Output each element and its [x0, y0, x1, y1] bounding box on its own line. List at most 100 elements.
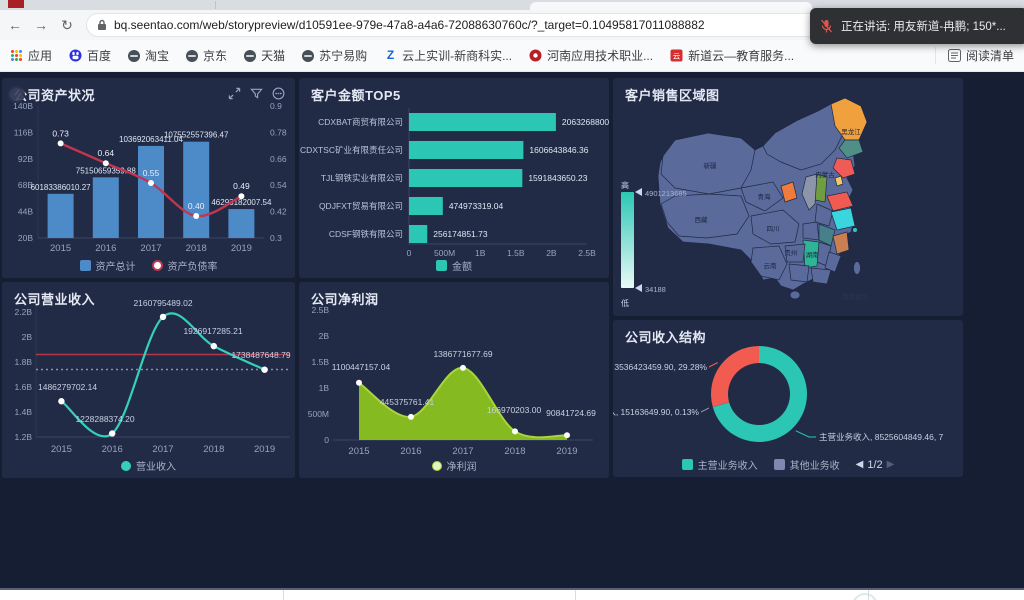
svg-text:0.3: 0.3	[270, 233, 282, 243]
reading-list-button[interactable]: 阅读清单	[935, 47, 1014, 64]
svg-text:西藏: 西藏	[695, 215, 709, 224]
svg-text:2B: 2B	[546, 248, 557, 258]
panel-title: 客户金额TOP5	[311, 85, 401, 104]
svg-text:2017: 2017	[140, 243, 161, 254]
bookmark-henan[interactable]: 河南应用技术职业...	[529, 47, 653, 64]
profit-chart[interactable]: 2.5B2B1.5B1B500M01100447157.04445375761.…	[299, 296, 609, 464]
svg-text:60183386010.27: 60183386010.27	[31, 183, 92, 192]
red-circle-icon	[529, 49, 542, 62]
legend-main-revenue[interactable]: 主营业务收入	[682, 457, 758, 472]
bookmark-tmall[interactable]: 天猫	[244, 47, 285, 64]
expand-icon[interactable]	[228, 87, 241, 100]
svg-text:0.9: 0.9	[270, 101, 282, 111]
globe-icon	[302, 50, 314, 62]
active-tab[interactable]	[530, 2, 812, 10]
legend-debt-ratio[interactable]: 资产负债率	[152, 258, 218, 273]
tab-separator	[215, 1, 216, 9]
footer-logo-ghost	[852, 593, 878, 600]
lock-icon	[97, 19, 107, 31]
svg-text:0.73: 0.73	[52, 128, 69, 138]
bookmark-apps[interactable]: 应用	[10, 47, 52, 64]
globe-icon	[186, 50, 198, 62]
legend-assets-total[interactable]: 资产总计	[80, 258, 136, 273]
reload-button[interactable]: ↻	[56, 17, 78, 34]
panel-structure: 公司收入结构 资收益, 3536423459.90, 29.28%业务收入, 1…	[613, 320, 963, 477]
assets-chart[interactable]: 140B116B92B68B44B20B0.90.780.660.540.420…	[2, 100, 295, 258]
revenue-chart[interactable]: 2.2B2B1.8B1.6B1.4B1.2B1486279702.1412282…	[2, 296, 295, 464]
svg-text:2015: 2015	[50, 243, 71, 254]
svg-text:500M: 500M	[308, 409, 329, 419]
svg-text:2018: 2018	[186, 243, 207, 254]
svg-text:1.5B: 1.5B	[507, 248, 525, 258]
svg-text:1.2B: 1.2B	[15, 432, 33, 442]
svg-text:2063268800: 2063268800	[562, 117, 609, 127]
svg-text:107552557396.47: 107552557396.47	[164, 131, 229, 140]
svg-text:1B: 1B	[475, 248, 486, 258]
svg-text:0.42: 0.42	[270, 207, 287, 217]
bookmark-label: 苏宁易购	[319, 47, 367, 64]
top5-chart[interactable]: CDXBAT商贸有限公司2063268800CDXTSC矿业有限责任公司1606…	[299, 100, 609, 258]
svg-text:1606643846.36: 1606643846.36	[529, 145, 588, 155]
svg-text:2019: 2019	[254, 444, 275, 455]
bookmark-xindaoyun[interactable]: 云 新道云—教育服务...	[670, 47, 794, 64]
bookmark-suning[interactable]: 苏宁易购	[302, 47, 367, 64]
gear-icon[interactable]	[8, 86, 25, 103]
svg-text:1591843650.23: 1591843650.23	[528, 173, 587, 183]
bookmark-jd[interactable]: 京东	[186, 47, 227, 64]
svg-text:2016: 2016	[102, 444, 123, 455]
svg-text:0: 0	[407, 248, 412, 258]
panel-profit: 公司净利润 2.5B2B1.5B1B500M01100447157.044453…	[299, 282, 609, 478]
svg-text:高: 高	[621, 180, 629, 190]
bottom-strip	[0, 588, 1024, 600]
svg-text:256174851.73: 256174851.73	[433, 229, 488, 239]
pager-label: 1/2	[867, 459, 882, 471]
legend-pager: ◀ 1/2 ▶	[856, 459, 895, 471]
filter-icon[interactable]	[250, 87, 263, 100]
panel-title: 公司净利润	[311, 289, 379, 308]
reading-list-icon	[948, 49, 961, 62]
speaking-text: 正在讲话: 用友新道-冉鹏; 150*...	[841, 18, 1006, 34]
svg-text:资收益, 3536423459.90, 29.28%: 资收益, 3536423459.90, 29.28%	[613, 362, 707, 372]
panel-title: 客户销售区域图	[625, 85, 720, 104]
bookmark-label: 新道云—教育服务...	[688, 47, 794, 64]
svg-text:4901213685: 4901213685	[645, 189, 687, 198]
panel-assets: 公司资产状况 140B116B92B68B44B20B0.90.780.660.…	[2, 78, 295, 278]
globe-icon	[244, 50, 256, 62]
svg-text:黑龙江: 黑龙江	[841, 127, 861, 136]
z-logo-icon: Z	[384, 49, 397, 62]
panel-sales-map: 客户销售区域图	[613, 78, 963, 316]
svg-text:2019: 2019	[556, 446, 577, 457]
svg-text:1926917285.21: 1926917285.21	[183, 326, 242, 336]
svg-text:1.5B: 1.5B	[312, 357, 330, 367]
tab-favicon[interactable]	[8, 0, 24, 8]
legend-amount[interactable]: 金额	[436, 258, 472, 273]
svg-text:0.40: 0.40	[188, 201, 205, 211]
forward-button[interactable]: →	[30, 17, 52, 33]
globe-icon	[128, 50, 140, 62]
svg-text:0.49: 0.49	[233, 181, 250, 191]
china-map[interactable]: 新疆 西藏 青海 内蒙古 黑龙江 四川 云南 贵州 湖南 南海诸岛 高 4901…	[613, 78, 963, 316]
svg-text:1738487648.79: 1738487648.79	[231, 350, 290, 360]
bookmark-baidu[interactable]: 百度	[69, 47, 111, 64]
speaking-notification[interactable]: 正在讲话: 用友新道-冉鹏; 150*...	[810, 8, 1024, 44]
pager-prev-icon[interactable]: ◀	[856, 459, 864, 470]
svg-text:0.78: 0.78	[270, 127, 287, 137]
svg-text:2B: 2B	[319, 331, 330, 341]
svg-text:南海诸岛: 南海诸岛	[842, 292, 868, 301]
svg-text:2017: 2017	[452, 446, 473, 457]
svg-text:2018: 2018	[504, 446, 525, 457]
bookmark-taobao[interactable]: 淘宝	[128, 47, 169, 64]
legend-profit[interactable]: 净利润	[432, 458, 477, 473]
bookmark-label: 百度	[87, 47, 111, 64]
bookmark-yunshang[interactable]: Z 云上实训-新商科实...	[384, 47, 512, 64]
legend-other-revenue[interactable]: 其他业务收	[774, 457, 840, 472]
svg-text:166970203.00: 166970203.00	[487, 405, 542, 415]
svg-text:2160795489.02: 2160795489.02	[133, 298, 192, 308]
svg-text:CDXTSC矿业有限责任公司: CDXTSC矿业有限责任公司	[300, 145, 403, 155]
back-button[interactable]: ←	[4, 17, 26, 33]
pager-next-icon[interactable]: ▶	[887, 459, 895, 470]
url-bar[interactable]: bq.seentao.com/web/storypreview/d10591ee…	[86, 13, 824, 37]
svg-text:20B: 20B	[18, 233, 33, 243]
more-options-icon[interactable]	[272, 87, 285, 100]
legend-revenue[interactable]: 营业收入	[121, 458, 176, 473]
